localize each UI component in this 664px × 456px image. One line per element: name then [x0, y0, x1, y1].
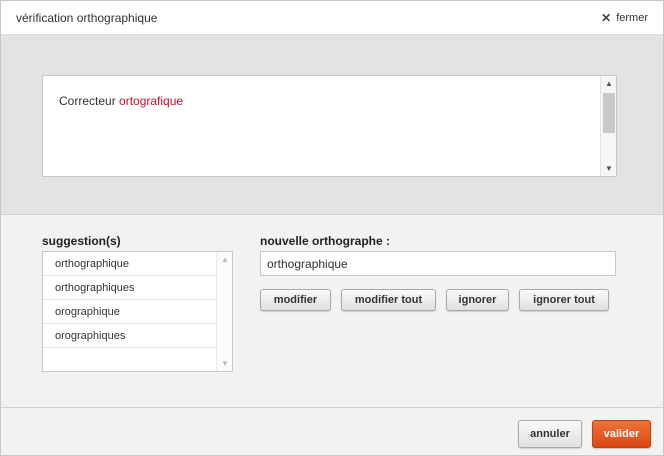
close-label: fermer — [616, 12, 648, 24]
modify-all-button[interactable]: modifier tout — [341, 289, 436, 311]
scroll-up-icon[interactable]: ▲ — [601, 76, 617, 91]
scroll-down-icon[interactable]: ▼ — [601, 161, 617, 176]
text-preview-content: Correcteur ortografique — [59, 94, 183, 108]
text-preview-box[interactable]: Correcteur ortografique ▲ ▼ — [42, 75, 617, 177]
dialog-footer: annuler valider — [1, 407, 663, 455]
text-prefix: Correcteur — [59, 94, 120, 108]
ignore-all-button[interactable]: ignorer tout — [519, 289, 609, 311]
close-icon: ✕ — [601, 11, 612, 25]
new-spelling-input[interactable] — [260, 251, 616, 276]
suggestion-item[interactable]: orographiques — [43, 324, 216, 348]
scroll-thumb[interactable] — [603, 93, 615, 133]
modify-button[interactable]: modifier — [260, 289, 331, 311]
cancel-button[interactable]: annuler — [518, 420, 582, 448]
suggestion-item[interactable]: orographique — [43, 300, 216, 324]
ignore-button[interactable]: ignorer — [446, 289, 509, 311]
dialog-titlebar: vérification orthographique ✕ fermer — [1, 1, 663, 35]
suggestions-scrollbar[interactable]: ▲ ▼ — [216, 252, 232, 371]
spellcheck-dialog: vérification orthographique ✕ fermer Cor… — [0, 0, 664, 456]
new-spelling-label: nouvelle orthographe : — [260, 234, 391, 248]
suggestion-item[interactable]: orthographiques — [43, 276, 216, 300]
close-button[interactable]: ✕ fermer — [601, 12, 648, 24]
text-preview-scrollbar[interactable]: ▲ ▼ — [600, 76, 616, 176]
dialog-title: vérification orthographique — [16, 11, 158, 25]
scroll-down-icon[interactable]: ▼ — [217, 356, 233, 371]
scroll-up-icon[interactable]: ▲ — [217, 252, 233, 267]
misspelled-word[interactable]: ortografique — [119, 94, 183, 108]
suggestion-item[interactable]: orthographique — [43, 252, 216, 276]
suggestions-label: suggestion(s) — [42, 234, 121, 248]
suggestions-list[interactable]: orthographique orthographiques orographi… — [42, 251, 233, 372]
validate-button[interactable]: valider — [592, 420, 651, 448]
text-preview-area: Correcteur ortografique ▲ ▼ — [1, 35, 663, 215]
